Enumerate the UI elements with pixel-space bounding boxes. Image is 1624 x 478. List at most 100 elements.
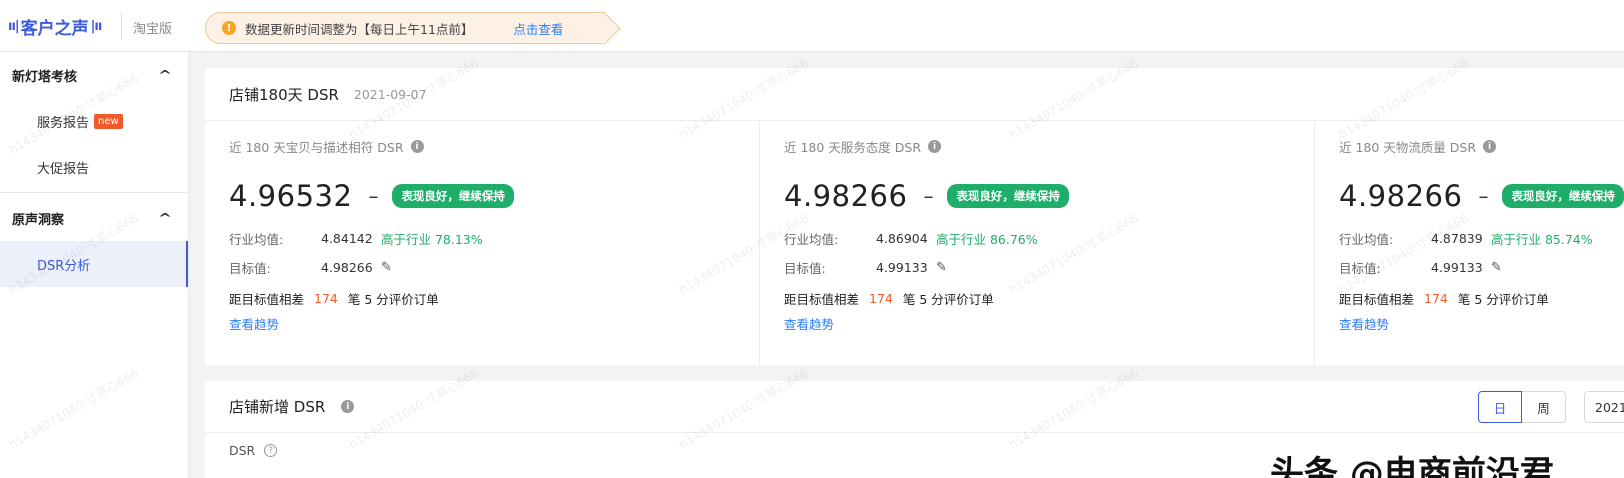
metric-label: 近 180 天服务态度 DSR i	[784, 137, 942, 156]
metric-label: 近 180 天物流质量 DSR i	[1339, 137, 1497, 156]
metric-label-text: 近 180 天宝贝与描述相符 DSR	[229, 140, 404, 155]
edit-pencil-icon[interactable]: ✎	[936, 260, 947, 275]
metric-value: 4.98266	[1339, 179, 1463, 213]
sidebar-group-label: 新灯塔考核	[12, 69, 78, 85]
gap-row: 距目标值相差 174 笔 5 分评价订单	[784, 289, 994, 308]
edit-pencil-icon[interactable]: ✎	[381, 260, 392, 275]
target-label: 目标值:	[784, 261, 826, 276]
industry-average-value: 4.87839	[1431, 231, 1483, 246]
metric-service-dsr: 近 180 天服务态度 DSR i 4.98266 – 表现良好，继续保持 行业…	[760, 121, 1315, 365]
sidebar-item-label: 服务报告	[37, 115, 90, 131]
metric-description-dsr: 近 180 天宝贝与描述相符 DSR i 4.96532 – 表现良好，继续保持…	[205, 121, 760, 365]
info-icon[interactable]: i	[1483, 140, 1497, 153]
gap-suffix: 笔 5 分评价订单	[902, 292, 994, 307]
target-row: 目标值: 4.98266 ✎	[229, 258, 392, 277]
info-icon[interactable]: i	[410, 140, 424, 153]
industry-average-label: 行业均值:	[784, 232, 839, 247]
logo-text: 客户之声	[20, 18, 89, 39]
sidebar-item-service-report[interactable]: 服务报告 new	[0, 98, 188, 144]
chevron-up-icon: ^	[157, 68, 173, 82]
edition-label: 淘宝版	[133, 22, 173, 37]
notice-text: 数据更新时间调整为【每日上午11点前】	[245, 21, 474, 37]
edit-pencil-icon[interactable]: ✎	[1491, 260, 1502, 275]
card-title: 店铺新增 DSR	[229, 398, 326, 416]
sidebar-group-lighthouse[interactable]: 新灯塔考核 ^	[0, 52, 188, 98]
industry-average-label: 行业均值:	[1339, 232, 1394, 247]
top-bar: ıı| 客户之声 |ıı 淘宝版 ! 数据更新时间调整为【每日上午11点前】 点…	[0, 0, 1624, 52]
dsr-sub-label-text: DSR	[229, 443, 256, 458]
sidebar-group-label: 原声洞察	[12, 212, 65, 228]
gap-prefix: 距目标值相差	[784, 292, 860, 307]
metric-value-row: 4.98266 – 表现良好，继续保持	[1339, 179, 1624, 213]
gap-suffix: 笔 5 分评价订单	[347, 292, 439, 307]
card-title: 店铺180天 DSR	[229, 85, 339, 104]
industry-average-row: 行业均值: 4.84142 高于行业 78.13%	[229, 229, 483, 248]
gap-suffix: 笔 5 分评价订单	[1457, 292, 1549, 307]
gap-row: 距目标值相差 174 笔 5 分评价订单	[229, 289, 439, 308]
metric-label-text: 近 180 天服务态度 DSR	[784, 140, 922, 155]
question-icon[interactable]: ?	[264, 444, 278, 457]
new-badge: new	[94, 113, 123, 129]
view-trend-link[interactable]: 查看趋势	[229, 314, 279, 333]
metric-label: 近 180 天宝贝与描述相符 DSR i	[229, 137, 424, 156]
card-header: 店铺180天 DSR 2021-09-07	[205, 68, 1624, 121]
gap-prefix: 距目标值相差	[229, 292, 305, 307]
industry-average-row: 行业均值: 4.86904 高于行业 86.76%	[784, 229, 1038, 248]
industry-compare: 高于行业 86.76%	[936, 232, 1038, 247]
sidebar-group-insight[interactable]: 原声洞察 ^	[0, 195, 188, 241]
chevron-up-icon: ^	[157, 211, 173, 225]
metric-value-row: 4.98266 – 表现良好，继续保持	[784, 179, 1069, 213]
info-icon[interactable]: i	[341, 400, 355, 413]
trend-flat-icon: –	[1478, 184, 1489, 208]
industry-compare: 高于行业 85.74%	[1491, 232, 1593, 247]
card-header: 店铺新增 DSR i	[205, 381, 1624, 433]
target-value: 4.99133	[1431, 260, 1483, 275]
metric-label-text: 近 180 天物流质量 DSR	[1339, 140, 1477, 155]
target-row: 目标值: 4.99133 ✎	[784, 258, 947, 277]
app-logo[interactable]: ıı| 客户之声 |ıı	[8, 14, 103, 39]
toggle-week-button[interactable]: 周	[1522, 391, 1566, 423]
trend-flat-icon: –	[368, 184, 379, 208]
sidebar-item-label: DSR分析	[37, 258, 91, 274]
logo-left-bars-icon: ıı|	[8, 18, 20, 34]
gap-number: 174	[869, 291, 893, 306]
industry-compare: 高于行业 78.13%	[381, 232, 483, 247]
info-icon[interactable]: i	[928, 140, 942, 153]
source-overlay-text: 头条 @电商前沿君	[1270, 454, 1554, 478]
industry-average-value: 4.86904	[876, 231, 928, 246]
gap-prefix: 距目标值相差	[1339, 292, 1415, 307]
metric-value-row: 4.96532 – 表现良好，继续保持	[229, 179, 514, 213]
granularity-toggle: 日 周	[1478, 391, 1566, 423]
target-label: 目标值:	[229, 261, 271, 276]
dsr-sub-label: DSR ?	[229, 443, 278, 458]
status-tag: 表现良好，继续保持	[947, 184, 1069, 208]
metric-logistics-dsr: 近 180 天物流质量 DSR i 4.98266 – 表现良好，继续保持 行业…	[1315, 121, 1624, 365]
warning-icon: !	[222, 21, 236, 35]
sidebar-item-promo-report[interactable]: 大促报告	[0, 144, 188, 190]
gap-number: 174	[314, 291, 338, 306]
trend-row: 查看趋势	[784, 314, 834, 333]
sidebar-item-label: 大促报告	[37, 161, 90, 177]
view-trend-link[interactable]: 查看趋势	[784, 314, 834, 333]
metric-value: 4.98266	[784, 179, 908, 213]
sidebar-item-dsr-analysis[interactable]: DSR分析	[0, 241, 188, 287]
status-tag: 表现良好，继续保持	[1502, 184, 1624, 208]
gap-number: 174	[1424, 291, 1448, 306]
notice-view-link[interactable]: 点击查看	[513, 19, 563, 38]
view-trend-link[interactable]: 查看趋势	[1339, 314, 1389, 333]
logo-right-bars-icon: |ıı	[90, 18, 103, 34]
industry-average-value: 4.84142	[321, 231, 373, 246]
gap-row: 距目标值相差 174 笔 5 分评价订单	[1339, 289, 1549, 308]
target-value: 4.98266	[321, 260, 373, 275]
date-picker-input[interactable]: 2021	[1584, 391, 1624, 423]
trend-flat-icon: –	[923, 184, 934, 208]
target-label: 目标值:	[1339, 261, 1381, 276]
industry-average-label: 行业均值:	[229, 232, 284, 247]
toggle-day-button[interactable]: 日	[1478, 391, 1522, 423]
industry-average-row: 行业均值: 4.87839 高于行业 85.74%	[1339, 229, 1593, 248]
target-value: 4.99133	[876, 260, 928, 275]
sidebar-divider	[0, 192, 188, 193]
status-tag: 表现良好，继续保持	[392, 184, 514, 208]
metric-value: 4.96532	[229, 179, 353, 213]
notice-banner: ! 数据更新时间调整为【每日上午11点前】 点击查看	[205, 12, 605, 44]
